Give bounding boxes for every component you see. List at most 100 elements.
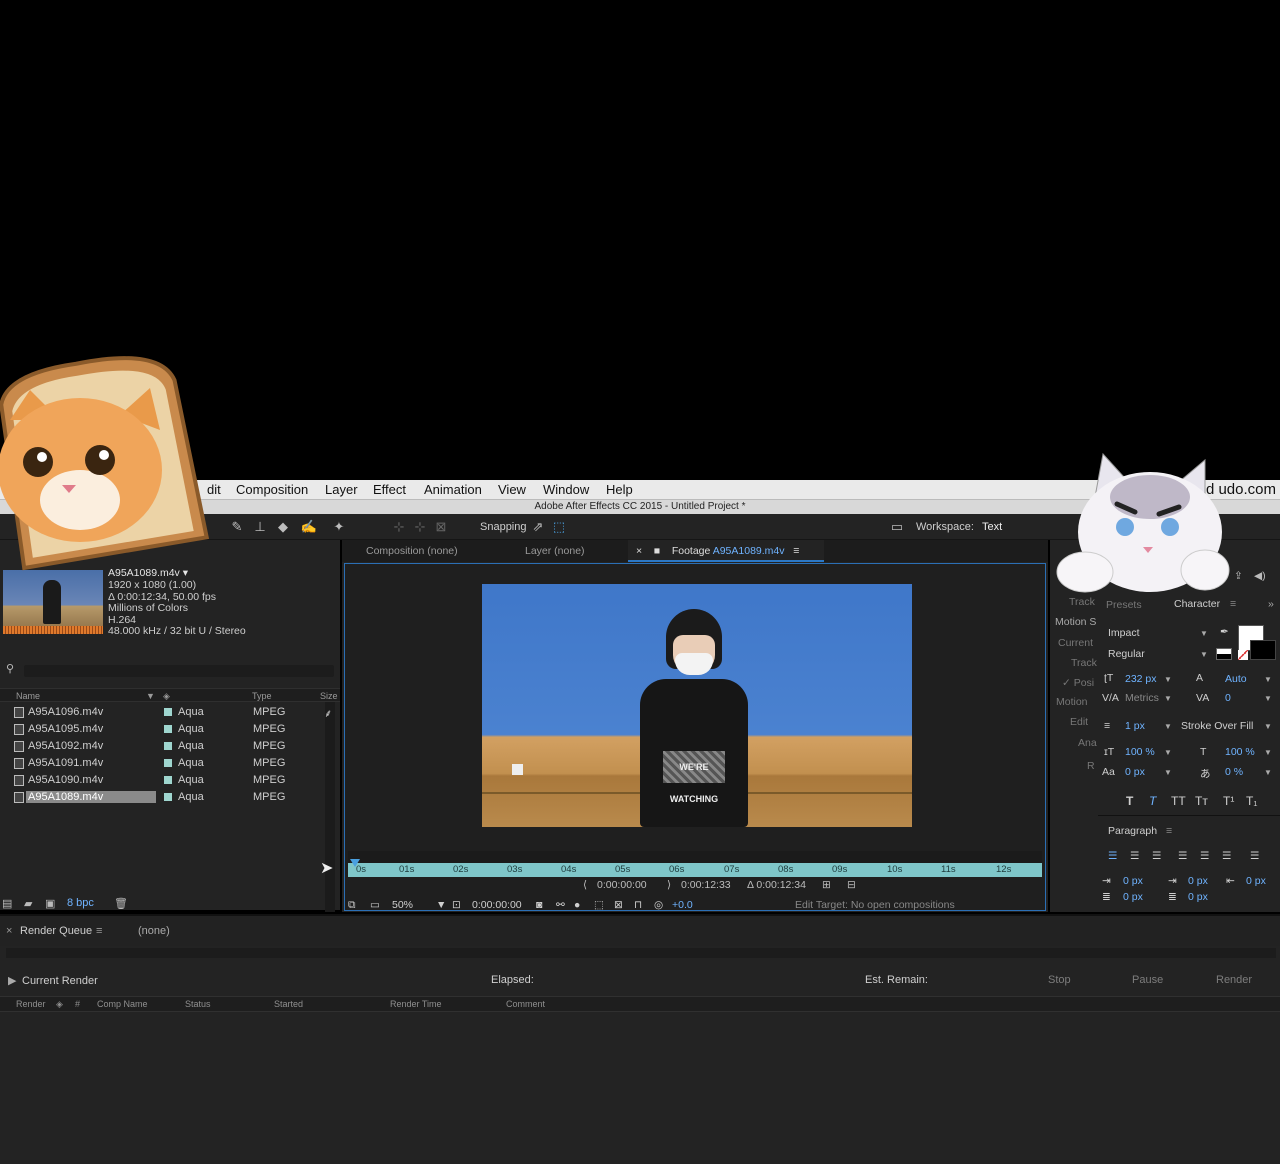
panel-menu-icon[interactable]: ≡ xyxy=(793,545,799,557)
chevron-down-icon[interactable]: ▼ xyxy=(1200,650,1208,659)
space-after-value[interactable]: 0 px xyxy=(1188,891,1208,903)
new-composition-icon[interactable]: ▣ xyxy=(45,897,55,910)
axis-local-icon[interactable]: ⊹ xyxy=(390,518,408,536)
justify-center-icon[interactable]: ☰ xyxy=(1200,850,1209,862)
roto-brush-tool-icon[interactable]: ✍ xyxy=(300,518,318,536)
chevron-down-icon[interactable]: ▼ xyxy=(1200,629,1208,638)
justify-all-icon[interactable]: ☰ xyxy=(1250,850,1259,862)
label-column-icon[interactable]: ◈ xyxy=(163,691,170,702)
font-style[interactable]: Regular xyxy=(1108,648,1145,660)
transparency-grid-icon[interactable]: ⊠ xyxy=(614,899,623,911)
workspace-value[interactable]: Text xyxy=(982,521,1002,533)
trash-icon[interactable]: 🗑 xyxy=(114,897,128,910)
menu-layer[interactable]: Layer xyxy=(325,482,358,497)
render-queue-comp-tab[interactable]: (none) xyxy=(138,925,170,937)
leading-value[interactable]: Auto xyxy=(1225,673,1247,685)
in-point-time[interactable]: 0:00:00:00 xyxy=(597,879,647,891)
horizontal-scale-value[interactable]: 100 % xyxy=(1225,746,1255,758)
col-status[interactable]: Status xyxy=(185,999,211,1009)
edit-target-button[interactable]: Edit xyxy=(1070,716,1088,728)
snapshot-icon[interactable]: ◙ xyxy=(536,899,542,911)
new-folder-icon[interactable]: ▰ xyxy=(24,897,32,910)
character-menu-icon[interactable]: ≡ xyxy=(1230,598,1236,610)
col-comment[interactable]: Comment xyxy=(506,999,545,1009)
align-center-icon[interactable]: ☰ xyxy=(1130,850,1139,862)
chevron-down-icon[interactable]: ▼ xyxy=(1264,748,1272,757)
label-column-icon[interactable]: ◈ xyxy=(56,999,63,1010)
sort-arrow-icon[interactable]: ▼ xyxy=(146,691,155,701)
reset-label[interactable]: R xyxy=(1087,760,1095,772)
kerning-value[interactable]: Metrics xyxy=(1125,692,1159,704)
font-size-value[interactable]: 232 px xyxy=(1125,673,1157,685)
tsume-value[interactable]: 0 % xyxy=(1225,766,1243,778)
faux-bold-button[interactable]: T xyxy=(1126,794,1133,808)
project-row[interactable]: A95A1095.m4v Aqua MPEG xyxy=(0,721,325,738)
interpret-footage-icon[interactable]: ▤ xyxy=(2,897,12,910)
col-type[interactable]: Type xyxy=(252,691,272,701)
project-scrollbar[interactable] xyxy=(325,702,335,912)
chevron-down-icon[interactable]: ▼ xyxy=(1164,768,1172,777)
magnification-value[interactable]: 50% xyxy=(392,899,413,911)
indent-left-value[interactable]: 0 px xyxy=(1123,875,1143,887)
always-preview-icon[interactable]: ⧉ xyxy=(348,899,356,912)
chevron-right-icon[interactable]: ▶ xyxy=(8,974,16,987)
close-icon[interactable]: × xyxy=(6,925,12,937)
label-swatch[interactable] xyxy=(164,708,172,716)
project-row[interactable]: A95A1092.m4v Aqua MPEG xyxy=(0,738,325,755)
label-swatch[interactable] xyxy=(164,742,172,750)
exposure-value[interactable]: +0.0 xyxy=(672,899,693,911)
eyedropper-icon[interactable]: ✒ xyxy=(1220,626,1229,638)
chevron-down-icon[interactable]: ▼ xyxy=(1164,694,1172,703)
bit-depth-button[interactable]: 8 bpc xyxy=(67,897,94,909)
flowchart-icon[interactable]: ⸙ xyxy=(324,706,332,721)
col-render-time[interactable]: Render Time xyxy=(390,999,442,1009)
monitor-icon[interactable]: ▭ xyxy=(370,899,380,911)
close-icon[interactable]: × xyxy=(636,545,642,557)
chevron-down-icon[interactable]: ▼ xyxy=(1164,748,1172,757)
space-before-value[interactable]: 0 px xyxy=(1123,891,1143,903)
col-name[interactable]: Name xyxy=(16,691,40,701)
brush-tool-icon[interactable]: ✎ xyxy=(228,518,246,536)
chevron-down-icon[interactable]: ▼ xyxy=(436,899,446,911)
axis-world-icon[interactable]: ⊹ xyxy=(411,518,429,536)
render-queue-tab[interactable]: Render Queue xyxy=(20,925,92,937)
superscript-button[interactable]: T¹ xyxy=(1223,794,1234,808)
overlay-edit-icon[interactable]: ⊟ xyxy=(847,879,856,891)
col-comp-name[interactable]: Comp Name xyxy=(97,999,148,1009)
black-white-swatch[interactable] xyxy=(1216,648,1232,660)
eraser-tool-icon[interactable]: ◆ xyxy=(274,518,292,536)
stroke-color-swatch[interactable] xyxy=(1250,640,1276,660)
menu-help[interactable]: Help xyxy=(606,482,633,497)
expand-icon[interactable]: » xyxy=(1268,598,1274,610)
stop-button[interactable]: Stop xyxy=(1048,974,1071,986)
chevron-down-icon[interactable]: ▼ xyxy=(1264,768,1272,777)
col-number[interactable]: # xyxy=(75,999,80,1009)
project-row[interactable]: A95A1096.m4v Aqua MPEG xyxy=(0,704,325,721)
align-left-icon[interactable]: ☰ xyxy=(1108,850,1117,862)
menu-window[interactable]: Window xyxy=(543,482,589,497)
in-point-icon[interactable]: ⟨ xyxy=(583,879,587,891)
menu-effect[interactable]: Effect xyxy=(373,482,406,497)
chevron-down-icon[interactable]: ▼ xyxy=(1264,694,1272,703)
baseline-shift-value[interactable]: 0 px xyxy=(1125,766,1145,778)
label-swatch[interactable] xyxy=(164,725,172,733)
menu-composition[interactable]: Composition xyxy=(236,482,308,497)
col-size[interactable]: Size xyxy=(320,691,338,701)
menu-view[interactable]: View xyxy=(498,482,526,497)
faux-italic-button[interactable]: T xyxy=(1149,794,1156,808)
position-checkbox[interactable]: ✓ Posi xyxy=(1062,677,1094,689)
chevron-down-icon[interactable]: ▼ xyxy=(1264,722,1272,731)
indent-first-value[interactable]: 0 px xyxy=(1188,875,1208,887)
project-row-selected[interactable]: A95A1089.m4v Aqua MPEG xyxy=(0,789,325,806)
axis-view-icon[interactable]: ⊠ xyxy=(432,518,450,536)
show-snapshot-icon[interactable]: ⚯ xyxy=(556,899,565,911)
menu-animation[interactable]: Animation xyxy=(424,482,482,497)
justify-right-icon[interactable]: ☰ xyxy=(1222,850,1231,862)
indent-right-value[interactable]: 0 px xyxy=(1246,875,1266,887)
time-ruler[interactable]: 0s 01s 02s 03s 04s 05s 06s 07s 08s 09s 1… xyxy=(348,851,1042,877)
lock-icon[interactable]: ■ xyxy=(654,545,660,557)
reset-exposure-icon[interactable]: ◎ xyxy=(654,899,663,911)
speaker-icon[interactable]: ◀) xyxy=(1254,570,1266,582)
footage-viewer[interactable]: WE'RE WATCHING 0s 01s 02s 03s 04s 05s 06… xyxy=(344,563,1046,911)
chevron-down-icon[interactable]: ▼ xyxy=(1164,675,1172,684)
